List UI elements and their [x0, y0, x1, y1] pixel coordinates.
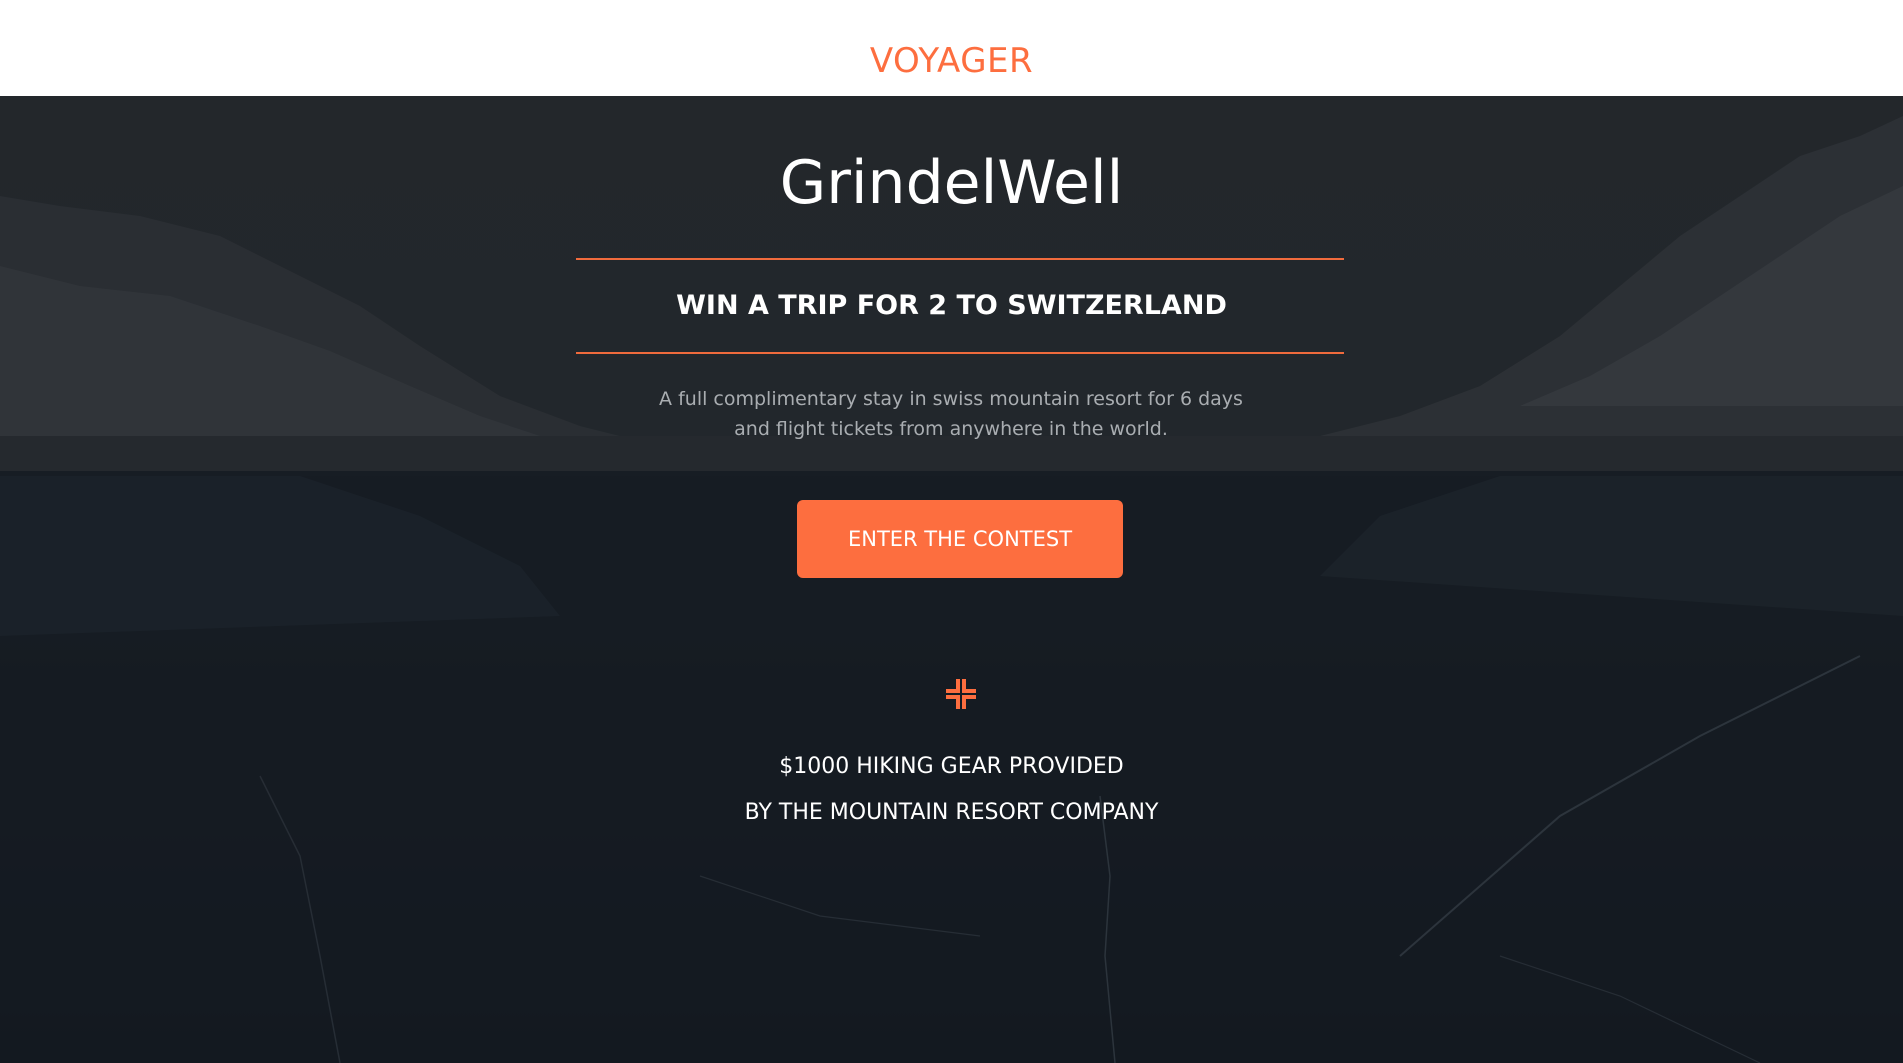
perk-line-2: BY THE MOUNTAIN RESORT COMPANY — [744, 800, 1159, 825]
title-divider-top — [576, 258, 1344, 260]
compress-arrows-icon — [944, 677, 978, 711]
top-navbar: VOYAGER — [0, 0, 1903, 96]
enter-contest-button[interactable]: ENTER THE CONTEST — [797, 500, 1123, 578]
hero-section: GrindelWell WIN A TRIP FOR 2 TO SWITZERL… — [0, 96, 1903, 1063]
contest-headline: WIN A TRIP FOR 2 TO SWITZERLAND — [676, 290, 1227, 321]
contest-description: A full complimentary stay in swiss mount… — [659, 388, 1243, 440]
perk-line-1: $1000 HIKING GEAR PROVIDED — [779, 754, 1124, 779]
brand-logo-text[interactable]: VOYAGER — [0, 38, 1903, 84]
title-divider-bottom — [576, 352, 1344, 354]
page-title: GrindelWell — [779, 148, 1124, 218]
mountain-lake-background — [0, 116, 1903, 1063]
